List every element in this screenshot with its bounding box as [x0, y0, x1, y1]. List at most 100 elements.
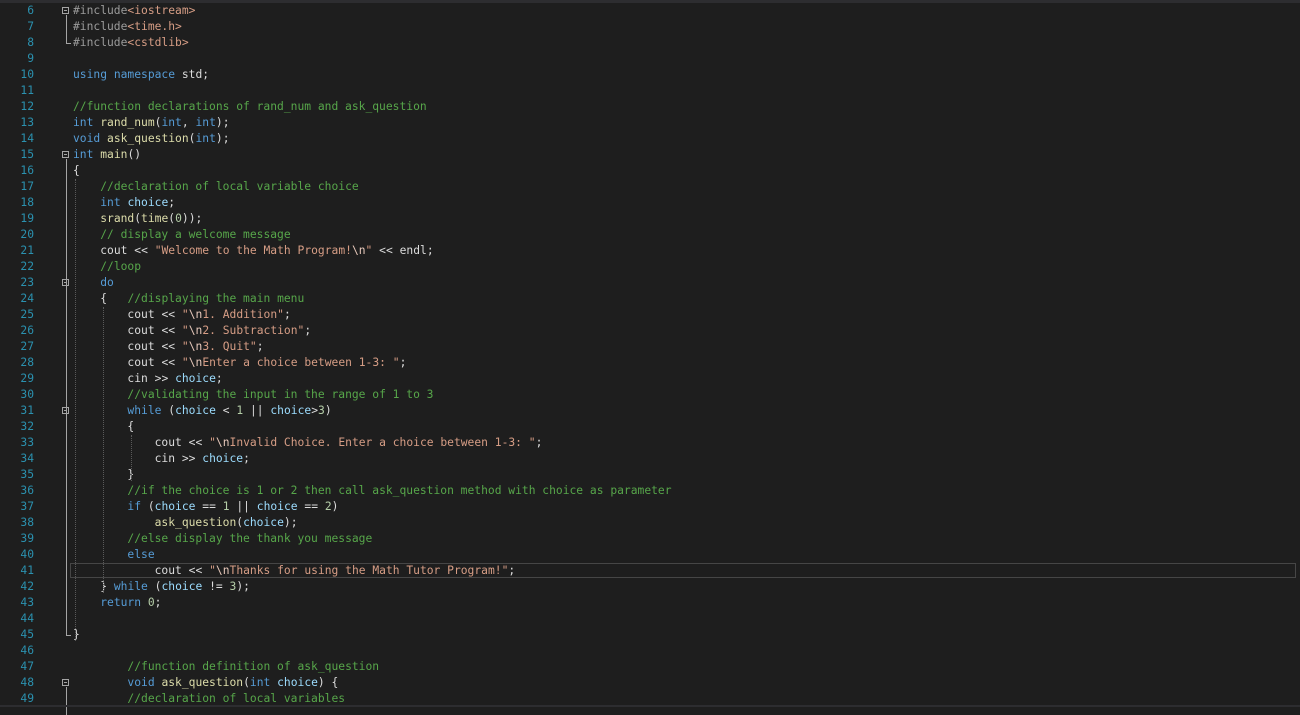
line-number: 45	[20, 628, 34, 641]
line-number: 13	[20, 116, 34, 129]
code-text: else	[127, 548, 155, 561]
code-text: { //displaying the main menu	[100, 292, 305, 305]
code-line[interactable]: 13 int rand_num(int, int);	[0, 115, 1300, 131]
code-text: void ask_question(int choice) {	[127, 676, 339, 689]
code-text: cout << "\n1. Addition";	[127, 308, 291, 321]
line-number: 7	[27, 20, 34, 33]
code-line[interactable]: 17 //declaration of local variable choic…	[0, 179, 1300, 195]
code-line[interactable]: 9	[0, 51, 1300, 67]
line-number: 12	[20, 100, 34, 113]
code-editor[interactable]: 6 #include<iostream> 7 #include<time.h> 8 #in…	[0, 3, 1300, 715]
code-line[interactable]: 37 if (choice == 1 || choice == 2)	[0, 499, 1300, 515]
line-number: 37	[20, 500, 34, 513]
line-number: 23	[20, 276, 34, 289]
line-number: 44	[20, 612, 34, 625]
code-line[interactable]: 35 }	[0, 467, 1300, 483]
code-line[interactable]: 31 while (choice < 1 || choice>3)	[0, 403, 1300, 419]
line-number: 35	[20, 468, 34, 481]
code-text: //validating the input in the range of 1…	[127, 388, 434, 401]
code-text: #include<iostream>	[73, 4, 196, 17]
code-line[interactable]: 21 cout << "Welcome to the Math Program!…	[0, 243, 1300, 259]
line-number: 46	[20, 644, 34, 657]
code-line[interactable]: 12 //function declarations of rand_num an…	[0, 99, 1300, 115]
code-line[interactable]: 24 { //displaying the main menu	[0, 291, 1300, 307]
code-line[interactable]: 15 int main()	[0, 147, 1300, 163]
fold-guide-line	[66, 159, 67, 635]
line-number: 32	[20, 420, 34, 433]
line-number: 24	[20, 292, 34, 305]
code-line[interactable]: 10 using namespace std;	[0, 67, 1300, 83]
code-text: cout << "Welcome to the Math Program!\n"…	[100, 244, 434, 257]
line-number: 42	[20, 580, 34, 593]
code-line[interactable]: 47 //function definition of ask_question	[0, 659, 1300, 675]
line-number: 18	[20, 196, 34, 209]
code-text: srand(time(0));	[100, 212, 203, 225]
collapse-toggle-icon[interactable]	[62, 151, 69, 158]
line-number: 40	[20, 548, 34, 561]
line-number: 25	[20, 308, 34, 321]
code-text: cout << "\n3. Quit";	[127, 340, 264, 353]
code-line[interactable]: 33 cout << "\nInvalid Choice. Enter a ch…	[0, 435, 1300, 451]
code-text: while (choice < 1 || choice>3)	[127, 404, 332, 417]
line-number: 28	[20, 356, 34, 369]
code-line[interactable]: 27 cout << "\n3. Quit";	[0, 339, 1300, 355]
code-line[interactable]: 7 #include<time.h>	[0, 19, 1300, 35]
code-line[interactable]: 20 // display a welcome message	[0, 227, 1300, 243]
code-line[interactable]: 30 //validating the input in the range o…	[0, 387, 1300, 403]
code-line[interactable]: 45}	[0, 627, 1300, 643]
code-line[interactable]: 11	[0, 83, 1300, 99]
code-line[interactable]: 28 cout << "\nEnter a choice between 1-3…	[0, 355, 1300, 371]
code-line[interactable]: 42 } while (choice != 3);	[0, 579, 1300, 595]
line-number: 36	[20, 484, 34, 497]
code-line[interactable]: 18 int choice;	[0, 195, 1300, 211]
code-line[interactable]: 36 //if the choice is 1 or 2 then call a…	[0, 483, 1300, 499]
line-number: 43	[20, 596, 34, 609]
code-text: return 0;	[100, 596, 162, 609]
line-number: 19	[20, 212, 34, 225]
code-line[interactable]: 44	[0, 611, 1300, 627]
code-text: void ask_question(int);	[73, 132, 230, 145]
code-line[interactable]: 39 //else display the thank you message	[0, 531, 1300, 547]
code-text: cin >> choice;	[127, 372, 223, 385]
code-line[interactable]: 43 return 0;	[0, 595, 1300, 611]
code-line[interactable]: 32 {	[0, 419, 1300, 435]
collapse-toggle-icon[interactable]	[62, 7, 69, 14]
code-line[interactable]: 22 //loop	[0, 259, 1300, 275]
line-number: 38	[20, 516, 34, 529]
code-line[interactable]: 34 cin >> choice;	[0, 451, 1300, 467]
code-text: cin >> choice;	[154, 452, 250, 465]
code-text: if (choice == 1 || choice == 2)	[127, 500, 339, 513]
code-line[interactable]: 23 do	[0, 275, 1300, 291]
line-number: 8	[27, 36, 34, 49]
code-line[interactable]: 19 srand(time(0));	[0, 211, 1300, 227]
line-number: 6	[27, 4, 34, 17]
code-text: int choice;	[100, 196, 176, 209]
line-number: 26	[20, 324, 34, 337]
code-line[interactable]: 48 void ask_question(int choice) {	[0, 675, 1300, 691]
code-line[interactable]: 16 {	[0, 163, 1300, 179]
code-line[interactable]: 38 ask_question(choice);	[0, 515, 1300, 531]
code-line[interactable]: 46	[0, 643, 1300, 659]
code-line[interactable]: 6 #include<iostream>	[0, 3, 1300, 19]
code-line[interactable]: 40 else	[0, 547, 1300, 563]
line-number: 48	[20, 676, 34, 689]
code-text: cout << "\nEnter a choice between 1-3: "…	[127, 356, 407, 369]
line-number: 21	[20, 244, 34, 257]
code-text: //function declarations of rand_num and …	[73, 100, 427, 113]
code-line[interactable]: 8 #include<cstdlib>	[0, 35, 1300, 51]
code-line[interactable]: 25 cout << "\n1. Addition";	[0, 307, 1300, 323]
collapse-toggle-icon[interactable]	[62, 679, 69, 686]
code-text: int main()	[73, 148, 142, 161]
line-number: 27	[20, 340, 34, 353]
code-line[interactable]: 29 cin >> choice;	[0, 371, 1300, 387]
code-text: ask_question(choice);	[154, 516, 298, 529]
code-text: //else display the thank you message	[127, 532, 373, 545]
code-line[interactable]: 41 cout << "\nThanks for using the Math …	[0, 563, 1300, 579]
line-number: 16	[20, 164, 34, 177]
line-number: 29	[20, 372, 34, 385]
code-line[interactable]: 14 void ask_question(int);	[0, 131, 1300, 147]
line-number: 17	[20, 180, 34, 193]
line-number: 11	[20, 84, 34, 97]
code-text: #include<time.h>	[73, 20, 182, 33]
code-line[interactable]: 26 cout << "\n2. Subtraction";	[0, 323, 1300, 339]
